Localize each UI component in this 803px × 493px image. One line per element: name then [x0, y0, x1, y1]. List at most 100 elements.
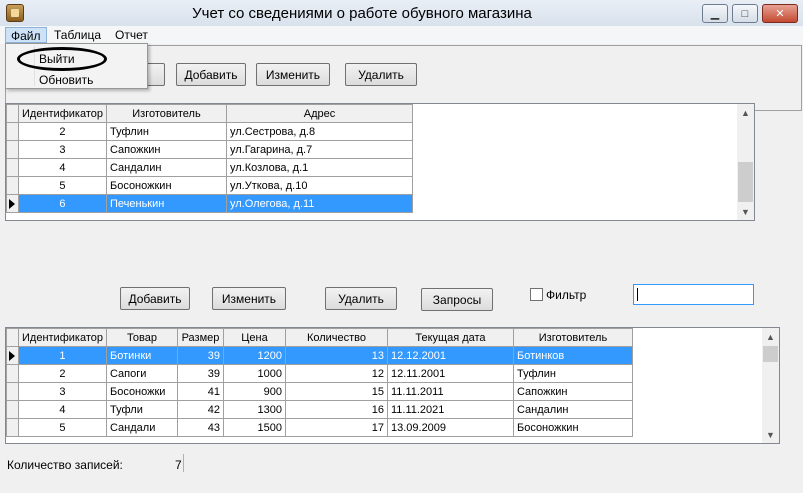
cell-size[interactable]: 39: [176, 346, 224, 365]
column-header[interactable]: Адрес: [225, 104, 413, 123]
cell-id[interactable]: 3: [18, 140, 107, 159]
cell-maker[interactable]: Ботинков: [512, 346, 633, 365]
maximize-button[interactable]: □: [732, 4, 758, 23]
cell-qty[interactable]: 16: [284, 400, 388, 419]
menu-table[interactable]: Таблица: [49, 27, 106, 43]
table-row[interactable]: 5 Сандали 43 1500 17 13.09.2009 Босоножк…: [6, 418, 633, 437]
cell-id[interactable]: 5: [18, 418, 107, 437]
top-delete-button[interactable]: Удалить: [345, 63, 417, 86]
row-indicator[interactable]: [6, 194, 19, 213]
cell-date[interactable]: 12.12.2001: [386, 346, 514, 365]
cell-id[interactable]: 5: [18, 176, 107, 195]
table-row-selected[interactable]: 6 Печенькин ул.Олегова, д.11: [6, 194, 413, 213]
manufacturers-scrollbar[interactable]: ▲ ▼: [737, 104, 754, 220]
table-row[interactable]: 5 Босоножкин ул.Уткова, д.10: [6, 176, 413, 195]
cell-id[interactable]: 4: [18, 158, 107, 177]
cell-date[interactable]: 11.11.2021: [386, 400, 514, 419]
cell-date[interactable]: 13.09.2009: [386, 418, 514, 437]
table-row[interactable]: 2 Сапоги 39 1000 12 12.11.2001 Туфлин: [6, 364, 633, 383]
cell-id[interactable]: 6: [18, 194, 107, 213]
scrollbar-thumb[interactable]: [738, 162, 753, 202]
minimize-button[interactable]: ▁: [702, 4, 728, 23]
cell-price[interactable]: 1200: [222, 346, 286, 365]
row-indicator[interactable]: [6, 364, 19, 383]
cell-qty[interactable]: 15: [284, 382, 388, 401]
cell-name[interactable]: Туфлин: [105, 122, 227, 141]
cell-price[interactable]: 1000: [222, 364, 286, 383]
cell-id[interactable]: 2: [18, 122, 107, 141]
scroll-up-icon[interactable]: ▲: [737, 104, 754, 121]
cell-name[interactable]: Босоножкин: [105, 176, 227, 195]
table-row[interactable]: 3 Босоножки 41 900 15 11.11.2011 Сапожки…: [6, 382, 633, 401]
scroll-down-icon[interactable]: ▼: [762, 426, 779, 443]
menu-file[interactable]: Файл: [5, 27, 47, 43]
cell-date[interactable]: 11.11.2011: [386, 382, 514, 401]
cell-price[interactable]: 900: [222, 382, 286, 401]
queries-button[interactable]: Запросы: [421, 288, 493, 311]
cell-address[interactable]: ул.Уткова, д.10: [225, 176, 413, 195]
cell-id[interactable]: 1: [18, 346, 107, 365]
table-row-selected[interactable]: 1 Ботинки 39 1200 13 12.12.2001 Ботинков: [6, 346, 633, 365]
menu-item-refresh[interactable]: Обновить: [39, 73, 93, 87]
row-indicator[interactable]: [6, 382, 19, 401]
cell-size[interactable]: 41: [176, 382, 224, 401]
row-indicator[interactable]: [6, 346, 19, 365]
cell-qty[interactable]: 12: [284, 364, 388, 383]
cell-address[interactable]: ул.Сестрова, д.8: [225, 122, 413, 141]
cell-product[interactable]: Туфли: [105, 400, 178, 419]
mid-delete-button[interactable]: Удалить: [325, 287, 397, 310]
top-add-button[interactable]: Добавить: [176, 63, 246, 86]
mid-edit-button[interactable]: Изменить: [212, 287, 286, 310]
row-indicator[interactable]: [6, 140, 19, 159]
cell-id[interactable]: 2: [18, 364, 107, 383]
cell-size[interactable]: 43: [176, 418, 224, 437]
column-header[interactable]: Текущая дата: [386, 328, 514, 347]
products-grid[interactable]: Идентификатор Товар Размер Цена Количест…: [5, 327, 780, 444]
column-header[interactable]: Идентификатор: [18, 104, 107, 123]
column-header[interactable]: Размер: [176, 328, 224, 347]
cell-name[interactable]: Сандалин: [105, 158, 227, 177]
cell-product[interactable]: Сапоги: [105, 364, 178, 383]
cell-date[interactable]: 12.11.2001: [386, 364, 514, 383]
cell-product[interactable]: Ботинки: [105, 346, 178, 365]
scroll-down-icon[interactable]: ▼: [737, 203, 754, 220]
column-header[interactable]: Изготовитель: [105, 104, 227, 123]
table-row[interactable]: 4 Сандалин ул.Козлова, д.1: [6, 158, 413, 177]
cell-maker[interactable]: Сапожкин: [512, 382, 633, 401]
cell-product[interactable]: Сандали: [105, 418, 178, 437]
column-header[interactable]: Товар: [105, 328, 178, 347]
table-row[interactable]: 4 Туфли 42 1300 16 11.11.2021 Сандалин: [6, 400, 633, 419]
cell-maker[interactable]: Туфлин: [512, 364, 633, 383]
cell-id[interactable]: 3: [18, 382, 107, 401]
filter-input[interactable]: [633, 284, 754, 305]
cell-price[interactable]: 1500: [222, 418, 286, 437]
cell-name[interactable]: Печенькин: [105, 194, 227, 213]
top-edit-button[interactable]: Изменить: [256, 63, 330, 86]
close-button[interactable]: ✕: [762, 4, 798, 23]
cell-address[interactable]: ул.Козлова, д.1: [225, 158, 413, 177]
cell-price[interactable]: 1300: [222, 400, 286, 419]
products-scrollbar[interactable]: ▲ ▼: [762, 328, 779, 443]
column-header[interactable]: Идентификатор: [18, 328, 107, 347]
cell-address[interactable]: ул.Гагарина, д.7: [225, 140, 413, 159]
mid-add-button[interactable]: Добавить: [120, 287, 190, 310]
row-indicator[interactable]: [6, 400, 19, 419]
cell-qty[interactable]: 13: [284, 346, 388, 365]
row-indicator[interactable]: [6, 158, 19, 177]
cell-qty[interactable]: 17: [284, 418, 388, 437]
cell-name[interactable]: Сапожкин: [105, 140, 227, 159]
column-header[interactable]: Цена: [222, 328, 286, 347]
column-header[interactable]: Количество: [284, 328, 388, 347]
cell-maker[interactable]: Сандалин: [512, 400, 633, 419]
row-indicator[interactable]: [6, 418, 19, 437]
column-header[interactable]: Изготовитель: [512, 328, 633, 347]
filter-checkbox[interactable]: [530, 288, 543, 301]
cell-size[interactable]: 39: [176, 364, 224, 383]
table-row[interactable]: 2 Туфлин ул.Сестрова, д.8: [6, 122, 413, 141]
cell-product[interactable]: Босоножки: [105, 382, 178, 401]
cell-address[interactable]: ул.Олегова, д.11: [225, 194, 413, 213]
row-indicator[interactable]: [6, 122, 19, 141]
manufacturers-grid[interactable]: Идентификатор Изготовитель Адрес 2 Туфли…: [5, 103, 755, 221]
scrollbar-thumb[interactable]: [763, 346, 778, 362]
cell-maker[interactable]: Босоножкин: [512, 418, 633, 437]
